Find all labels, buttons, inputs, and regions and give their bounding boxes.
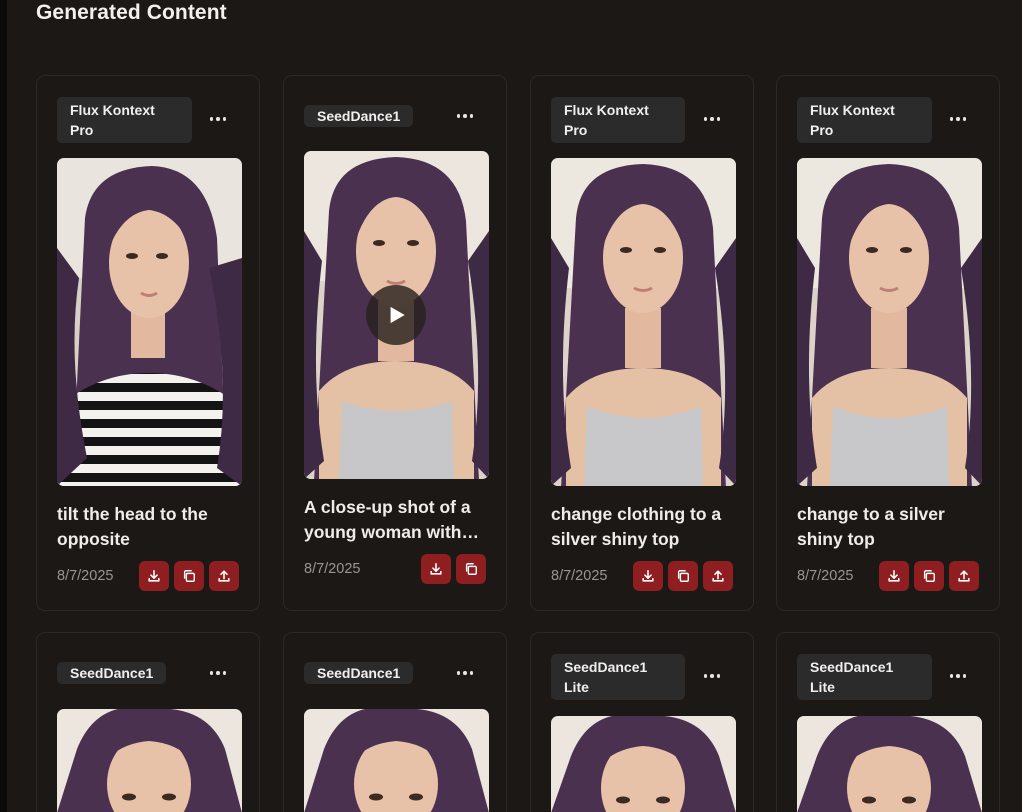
model-badge: SeedDance1	[304, 662, 414, 684]
share-icon	[712, 570, 724, 582]
card-actions	[879, 561, 979, 591]
copy-icon	[923, 570, 935, 582]
date-text: 8/7/2025	[57, 568, 114, 584]
model-badge: Flux Kontext Pro	[57, 97, 192, 143]
share-button[interactable]	[703, 561, 733, 591]
more-options-icon[interactable]	[943, 664, 973, 688]
main-content: Generated Content Flux Kontext Pro tilt …	[7, 0, 1022, 812]
thumbnail-image[interactable]	[57, 158, 242, 486]
thumbnail-video[interactable]	[304, 151, 489, 479]
card-actions	[633, 561, 733, 591]
download-button[interactable]	[139, 561, 169, 591]
share-icon	[218, 570, 230, 582]
thumbnail-image[interactable]	[551, 158, 736, 486]
content-card-4[interactable]: Flux Kontext Pro change to a silver shin…	[776, 75, 1000, 611]
thumbnail-video[interactable]	[551, 716, 736, 812]
date-text: 8/7/2025	[797, 568, 854, 584]
copy-icon	[183, 570, 195, 582]
content-card-3[interactable]: Flux Kontext Pro change clothing to a si…	[530, 75, 754, 611]
model-badge: SeedDance1 Lite	[551, 654, 685, 700]
model-badge: Flux Kontext Pro	[797, 97, 932, 143]
more-options-icon[interactable]	[697, 107, 727, 131]
content-card-1[interactable]: Flux Kontext Pro tilt the head to the op…	[36, 75, 260, 611]
page-title: Generated Content	[36, 1, 227, 24]
content-card-5[interactable]: SeedDance1	[36, 632, 260, 812]
content-card-6[interactable]: SeedDance1	[283, 632, 507, 812]
more-options-icon[interactable]	[203, 661, 233, 685]
thumbnail-image[interactable]	[797, 158, 982, 486]
model-badge: SeedDance1	[304, 105, 414, 127]
download-button[interactable]	[421, 554, 451, 584]
prompt-text: A close-up shot of a young woman with…	[304, 497, 479, 542]
copy-icon	[677, 570, 689, 582]
more-options-icon[interactable]	[943, 107, 973, 131]
date-text: 8/7/2025	[551, 568, 608, 584]
content-card-8[interactable]: SeedDance1 Lite	[776, 632, 1000, 812]
model-badge: SeedDance1	[57, 662, 167, 684]
download-button[interactable]	[879, 561, 909, 591]
share-button[interactable]	[209, 561, 239, 591]
thumbnail-video[interactable]	[797, 716, 982, 812]
download-icon	[430, 562, 442, 575]
date-text: 8/7/2025	[304, 561, 361, 577]
share-button[interactable]	[949, 561, 979, 591]
more-options-icon[interactable]	[697, 664, 727, 688]
card-actions	[421, 554, 486, 584]
model-badge: Flux Kontext Pro	[551, 97, 685, 143]
download-icon	[148, 569, 160, 582]
download-icon	[642, 569, 654, 582]
model-badge: SeedDance1 Lite	[797, 654, 932, 700]
content-card-7[interactable]: SeedDance1 Lite	[530, 632, 754, 812]
prompt-text: tilt the head to the opposite	[57, 504, 208, 549]
copy-icon	[465, 563, 477, 575]
copy-button[interactable]	[914, 561, 944, 591]
more-options-icon[interactable]	[450, 104, 480, 128]
share-icon	[958, 570, 970, 582]
content-card-2[interactable]: SeedDance1 A close-up shot of a young wo…	[283, 75, 507, 611]
prompt-text: change to a silver shiny top	[797, 504, 945, 549]
prompt-text: change clothing to a silver shiny top	[551, 504, 722, 549]
download-button[interactable]	[633, 561, 663, 591]
thumbnail-video[interactable]	[304, 709, 489, 812]
play-icon	[390, 306, 405, 324]
card-actions	[139, 561, 239, 591]
sidebar-edge	[0, 0, 7, 812]
copy-button[interactable]	[456, 554, 486, 584]
thumbnail-video[interactable]	[57, 709, 242, 812]
copy-button[interactable]	[174, 561, 204, 591]
download-icon	[888, 569, 900, 582]
copy-button[interactable]	[668, 561, 698, 591]
more-options-icon[interactable]	[203, 107, 233, 131]
more-options-icon[interactable]	[450, 661, 480, 685]
play-button[interactable]	[366, 285, 426, 345]
